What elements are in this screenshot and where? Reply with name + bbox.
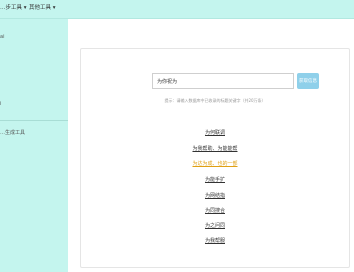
- menu-other-tools[interactable]: 其他工具 ▾: [29, 3, 56, 11]
- sidebar-item-middle[interactable]: i: [0, 101, 1, 107]
- result-link-2[interactable]: 为我帮助、为能能帮: [81, 145, 349, 152]
- sidebar-item-top[interactable]: ai: [0, 34, 4, 40]
- result-link-5[interactable]: 为网结指: [81, 192, 349, 199]
- search-hint: 提示：请输入数据库中已收录的标题关键字（共20万条）: [164, 98, 266, 103]
- result-link-1[interactable]: 为何联调: [81, 129, 349, 136]
- result-link-4[interactable]: 为能手扩: [81, 176, 349, 183]
- search-button[interactable]: 获取信息: [297, 73, 319, 89]
- result-link-7[interactable]: 为之问同: [81, 222, 349, 229]
- result-link-8[interactable]: 为我帮服: [81, 237, 349, 244]
- result-link-3[interactable]: 为达为成、也的一部: [81, 160, 349, 167]
- sidebar-divider: [0, 120, 68, 121]
- sidebar-item-generator[interactable]: …生成工具: [0, 129, 25, 136]
- result-link-6[interactable]: 为同搜合: [81, 207, 349, 214]
- sidebar: ai i …生成工具: [0, 19, 68, 272]
- menu-tools[interactable]: …步工具 ▾: [0, 3, 27, 11]
- search-input[interactable]: [152, 73, 294, 89]
- search-card: 获取信息 提示：请输入数据库中已收录的标题关键字（共20万条） 为何联调 为我帮…: [80, 48, 350, 268]
- top-menu-bar: …步工具 ▾ 其他工具 ▾: [0, 0, 354, 19]
